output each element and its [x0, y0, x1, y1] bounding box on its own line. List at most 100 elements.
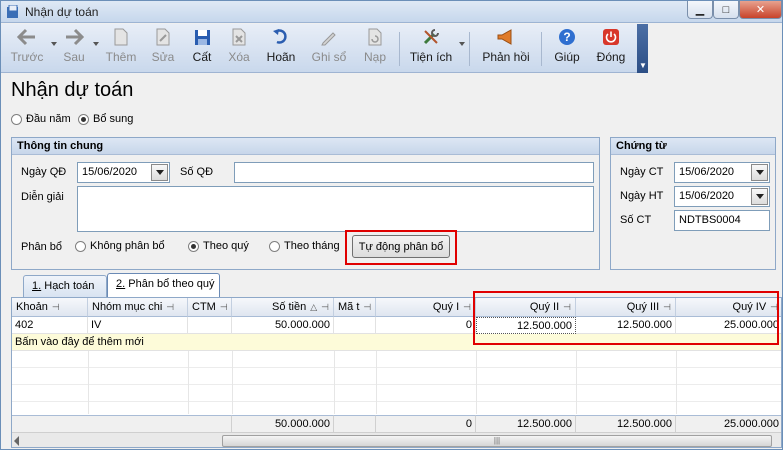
- tab-quarter-allocation[interactable]: 2. Phân bổ theo quý: [107, 273, 220, 298]
- total-q4: 25.000.000: [676, 415, 781, 432]
- megaphone-icon: [497, 29, 512, 45]
- app-icon: [7, 5, 18, 18]
- minimize-button[interactable]: ▁: [687, 1, 713, 19]
- voucher-date-field[interactable]: 15/06/2020: [674, 162, 770, 183]
- col-header-mat[interactable]: Mã t ⊣: [334, 298, 376, 317]
- cell-mat[interactable]: [334, 317, 376, 334]
- save-icon: [194, 29, 210, 45]
- total-q2: 12.500.000: [476, 415, 576, 432]
- total-q3: 12.500.000: [576, 415, 676, 432]
- general-info-group: Thông tin chung Ngày QĐ 15/06/2020 Số QĐ…: [11, 137, 600, 270]
- pin-icon: ⊣: [166, 302, 175, 312]
- close-window-button[interactable]: ✕: [739, 1, 782, 19]
- posting-date-dropdown[interactable]: [751, 188, 768, 205]
- decision-date-field[interactable]: 15/06/2020: [77, 162, 170, 183]
- type-option-start-year[interactable]: Đầu năm: [11, 113, 71, 125]
- empty-row: [12, 351, 781, 368]
- toolbar-add-button[interactable]: Thêm: [101, 26, 141, 70]
- voucher-date-label: Ngày CT: [620, 166, 664, 178]
- decision-number-label: Số QĐ: [180, 166, 214, 178]
- voucher-group: Chứng từ Ngày CT 15/06/2020 Ngày HT 15/0…: [610, 137, 776, 270]
- alloc-option-none[interactable]: Không phân bổ: [75, 240, 165, 252]
- toolbar-utilities-button[interactable]: Tiện ích: [405, 26, 457, 70]
- alloc-option-month[interactable]: Theo tháng: [269, 240, 340, 252]
- delete-icon: [232, 28, 246, 46]
- col-header-khoan[interactable]: Khoản ⊣: [12, 298, 88, 317]
- posting-date-field[interactable]: 15/06/2020: [674, 186, 770, 207]
- cell-nhom[interactable]: IV: [88, 317, 188, 334]
- toolbar-prev-button[interactable]: Trước: [7, 26, 47, 70]
- pin-icon: ⊣: [463, 302, 471, 312]
- date-picker-dropdown[interactable]: [151, 164, 168, 181]
- minimize-icon: ▁: [695, 4, 705, 16]
- type-option-supplement[interactable]: Bổ sung: [78, 113, 133, 125]
- pin-icon: ⊣: [51, 302, 60, 312]
- arrow-right-icon: [66, 28, 84, 46]
- scrollbar-thumb[interactable]: |||: [222, 435, 772, 447]
- cell-ctm[interactable]: [188, 317, 232, 334]
- cell-q1[interactable]: 0: [376, 317, 476, 334]
- app-window: Nhận dự toán ▁ □ ✕ Trước Sau Thêm Sửa Cấ…: [0, 0, 783, 450]
- maximize-icon: □: [722, 3, 730, 16]
- horizontal-scrollbar[interactable]: |||: [12, 432, 781, 447]
- col-header-nhom[interactable]: Nhóm mục chi ⊣: [88, 298, 188, 317]
- alloc-option-quarter[interactable]: Theo quý: [188, 240, 249, 252]
- toolbar-feedback-button[interactable]: Phản hồi: [477, 26, 535, 70]
- pin-icon: ⊣: [363, 302, 372, 312]
- title-bar: Nhận dự toán ▁ □ ✕: [1, 1, 782, 23]
- voucher-number-label: Số CT: [620, 214, 652, 226]
- toolbar-edit-button[interactable]: Sửa: [145, 26, 181, 70]
- general-info-title: Thông tin chung: [12, 138, 599, 155]
- total-empty: [12, 415, 232, 432]
- toolbar-next-button[interactable]: Sau: [57, 26, 91, 70]
- new-document-icon: [114, 28, 128, 46]
- col-header-ctm[interactable]: CTM ⊣: [188, 298, 232, 317]
- svg-text:?: ?: [563, 30, 570, 44]
- radio-alloc-none[interactable]: [75, 240, 86, 252]
- page-title: Nhận dự toán: [11, 79, 134, 101]
- chevron-down-icon: ▼: [639, 61, 647, 70]
- toolbar-help-button[interactable]: ? Giúp: [547, 26, 587, 70]
- power-icon: [603, 29, 619, 45]
- col-header-sotien[interactable]: Số tiền △ ⊣: [232, 298, 334, 317]
- cell-khoan[interactable]: 402: [12, 317, 88, 334]
- total-sotien: 50.000.000: [232, 415, 334, 432]
- radio-alloc-quarter[interactable]: [188, 240, 199, 252]
- tools-icon: [423, 29, 439, 45]
- col-header-q1[interactable]: Quý I ⊣: [376, 298, 476, 317]
- pencil-icon: [321, 32, 336, 46]
- voucher-number-field[interactable]: NDTBS0004: [674, 210, 770, 231]
- decision-number-field[interactable]: [234, 162, 594, 183]
- toolbar-delete-button[interactable]: Xóa: [221, 26, 257, 70]
- radio-start-year[interactable]: [11, 113, 22, 125]
- toolbar-undo-button[interactable]: Hoãn: [261, 26, 301, 70]
- decision-date-label: Ngày QĐ: [21, 166, 67, 178]
- tab-accounting[interactable]: 1. Hạch toán: [23, 275, 107, 297]
- toolbar-close-button[interactable]: Đóng: [591, 26, 631, 70]
- highlight-auto-allocate: [345, 230, 457, 265]
- radio-supplement[interactable]: [78, 113, 89, 125]
- highlight-quarter-columns: [473, 291, 779, 345]
- empty-row: [12, 385, 781, 402]
- allocation-label: Phân bổ: [21, 241, 62, 253]
- edit-document-icon: [156, 28, 170, 46]
- total-mat: [334, 415, 376, 432]
- description-label: Diễn giải: [21, 191, 64, 203]
- maximize-button[interactable]: □: [713, 1, 739, 19]
- close-icon: ✕: [755, 4, 766, 16]
- description-field[interactable]: [77, 186, 594, 232]
- cell-sotien[interactable]: 50.000.000: [232, 317, 334, 334]
- arrow-left-icon: [17, 28, 35, 46]
- help-icon: ?: [559, 29, 575, 45]
- scroll-left-icon[interactable]: [14, 436, 19, 446]
- radio-alloc-month[interactable]: [269, 240, 280, 252]
- sort-icon: △: [310, 302, 318, 312]
- toolbar-save-button[interactable]: Cất: [185, 26, 219, 70]
- toolbar-post-button[interactable]: Ghi sổ: [307, 26, 351, 70]
- toolbar-load-button[interactable]: Nạp: [357, 26, 393, 70]
- toolbar-overflow-button[interactable]: ▼: [637, 24, 648, 73]
- total-q1: 0: [376, 415, 476, 432]
- empty-row: [12, 368, 781, 385]
- voucher-date-dropdown[interactable]: [751, 164, 768, 181]
- voucher-title: Chứng từ: [611, 138, 775, 155]
